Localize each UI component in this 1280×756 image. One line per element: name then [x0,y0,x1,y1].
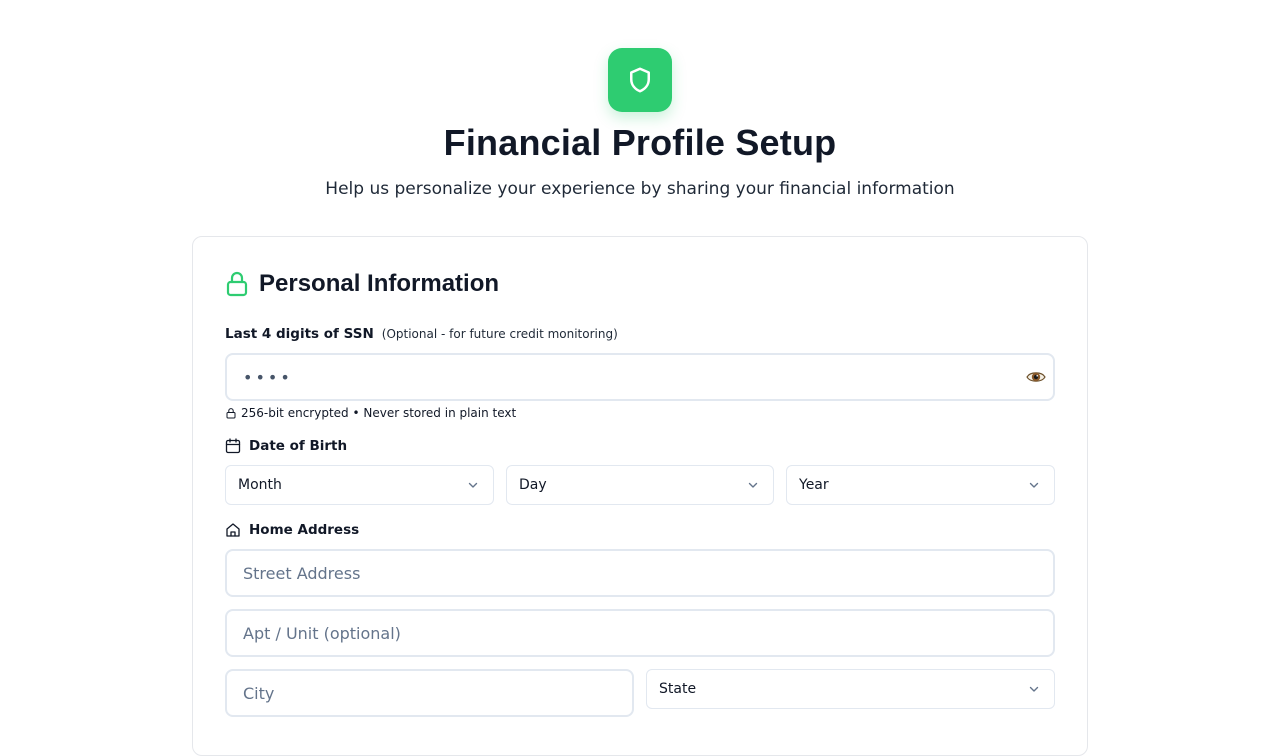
apt-unit-input[interactable] [225,609,1055,657]
dob-label: Date of Birth [249,438,348,454]
chevron-down-icon [748,482,758,488]
section-header: Personal Information [225,268,499,300]
chevron-down-icon [1029,482,1039,488]
dob-month-value: Month [238,477,282,493]
page-subtitle: Help us personalize your experience by s… [325,179,955,199]
address-label-row: Home Address [225,522,359,538]
state-value: State [659,681,697,697]
section-title: Personal Information [259,270,500,297]
dob-day-value: Day [519,477,547,493]
lock-icon [226,271,248,297]
dob-year-select[interactable]: Year [786,465,1055,505]
eye-icon[interactable] [1026,367,1046,387]
ssn-label: Last 4 digits of SSN [225,326,374,342]
shield-icon [630,67,650,93]
app-logo [608,48,672,112]
street-address-input[interactable] [225,549,1055,597]
calendar-icon [225,438,241,454]
chevron-down-icon [1029,686,1039,692]
dob-month-select[interactable]: Month [225,465,494,505]
ssn-label-row: Last 4 digits of SSN (Optional - for fut… [225,326,618,342]
dob-day-select[interactable]: Day [506,465,774,505]
ssn-input[interactable] [225,353,1055,401]
dob-label-row: Date of Birth [225,438,347,454]
state-select[interactable]: State [646,669,1055,709]
chevron-down-icon [468,482,478,488]
encryption-note-text: 256-bit encrypted • Never stored in plai… [241,406,517,420]
city-input[interactable] [225,669,634,717]
address-label: Home Address [249,522,360,538]
home-icon [226,523,240,537]
page-title: Financial Profile Setup [443,122,837,163]
encryption-note: 256-bit encrypted • Never stored in plai… [225,406,516,420]
dob-year-value: Year [799,477,829,493]
small-lock-icon [226,408,236,419]
ssn-hint: (Optional - for future credit monitoring… [381,327,618,341]
